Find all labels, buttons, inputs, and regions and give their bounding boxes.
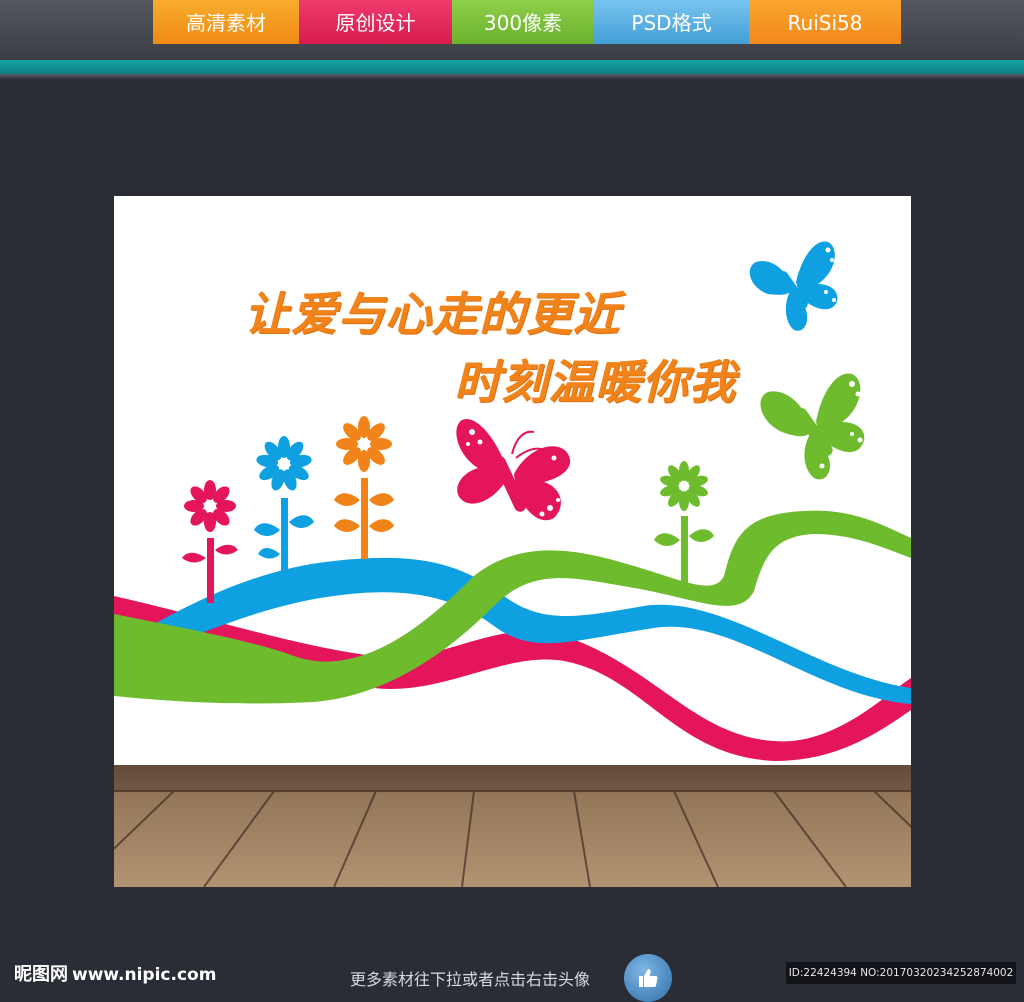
tab-ruisi58[interactable]: RuiSi58 — [749, 0, 901, 44]
flower-icon — [654, 461, 714, 588]
flower-icon — [334, 416, 394, 559]
tab-hd-material[interactable]: 高清素材 — [153, 0, 299, 44]
headline-line2: 时刻温暖你我 — [454, 355, 736, 409]
tab-label: 300像素 — [483, 11, 563, 35]
wood-floor — [114, 765, 911, 887]
top-banner-shadow — [0, 74, 1024, 80]
flower-icon — [254, 436, 314, 579]
footer-hint: 更多素材往下拉或者点击右击头像 — [350, 970, 591, 989]
butterfly-icon — [456, 418, 571, 521]
tab-label: 高清素材 — [186, 11, 266, 35]
tab-label: PSD格式 — [631, 11, 712, 35]
flower-icon — [182, 480, 238, 603]
butterfly-icon — [760, 373, 865, 480]
headline-line1: 让爱与心走的更近 — [244, 287, 620, 341]
wall-backdrop: 让爱与心走的更近 时刻温暖你我 — [114, 196, 911, 765]
tab-psd-format[interactable]: PSD格式 — [594, 0, 749, 44]
tab-original-design[interactable]: 原创设计 — [299, 0, 452, 44]
thumbs-up-icon — [639, 969, 658, 987]
thumbs-up-button[interactable] — [624, 954, 672, 1002]
image-id-label: ID:22424394 NO:20170320234252874002 — [786, 962, 1016, 984]
tab-300-pixels[interactable]: 300像素 — [452, 0, 594, 44]
artwork-preview: 让爱与心走的更近 时刻温暖你我 — [114, 196, 911, 887]
site-logo[interactable]: 昵图网 www.nipic.com — [14, 960, 216, 986]
tab-label: 原创设计 — [335, 11, 416, 35]
tab-label: RuiSi58 — [787, 11, 863, 35]
site-logo-cn: 昵图网 — [14, 964, 68, 985]
top-banner-stripe — [0, 60, 1024, 74]
site-logo-url: www.nipic.com — [72, 965, 217, 985]
butterfly-icon — [749, 241, 838, 331]
